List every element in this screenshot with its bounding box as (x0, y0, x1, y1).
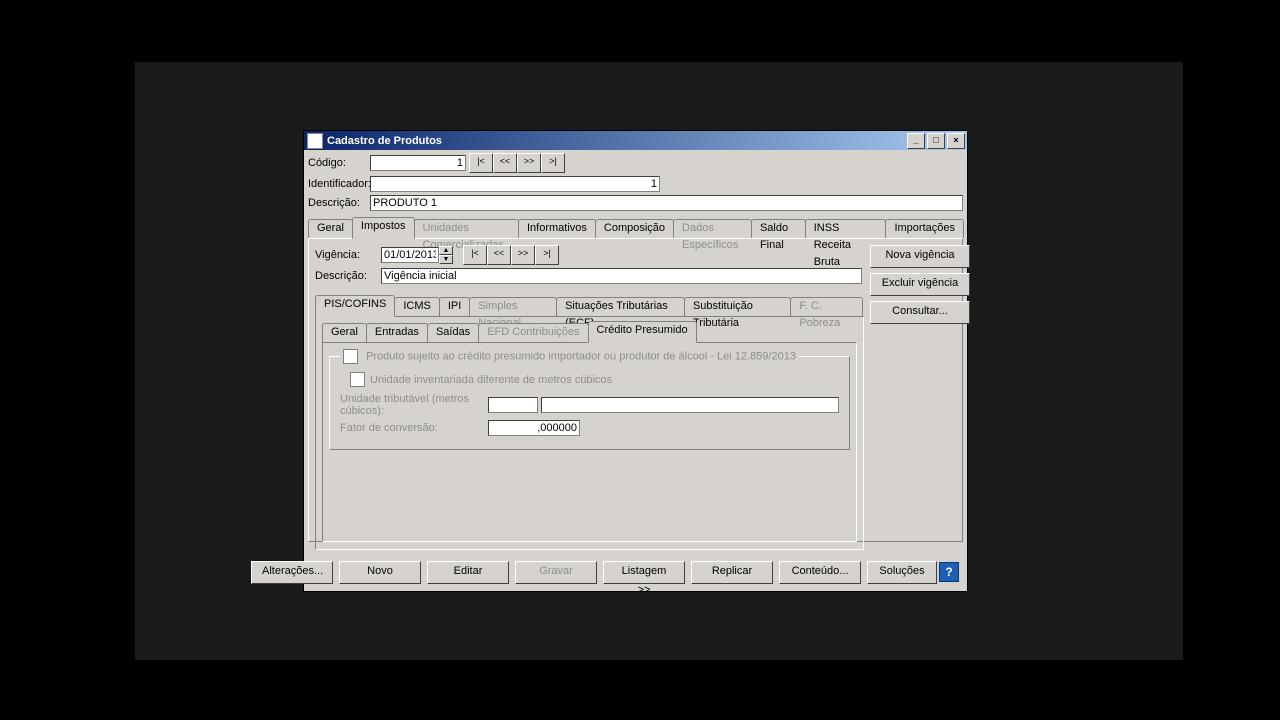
tab-sub-geral[interactable]: Geral (322, 323, 367, 342)
maximize-button[interactable]: □ (927, 133, 945, 149)
tab-composicao[interactable]: Composição (595, 219, 674, 238)
vigencia-spinner[interactable]: ▲▼ (439, 246, 453, 264)
tab-unidades: Unidades Comercializadas (414, 219, 519, 238)
tab-dados-especificos: Dados Específicos (673, 219, 752, 238)
unidade-trib-desc[interactable] (541, 397, 839, 413)
nav-prev-button[interactable]: << (493, 153, 517, 173)
tab-impostos[interactable]: Impostos (352, 217, 415, 239)
credito-presumido-panel: Produto sujeito ao crédito presumido imp… (322, 342, 857, 542)
codigo-input[interactable] (370, 155, 466, 171)
descricao-input[interactable] (370, 195, 963, 211)
unidade-trib-label: Unidade tributável (metros cúbicos): (340, 393, 488, 417)
window-title: Cadastro de Produtos (327, 135, 442, 147)
product-registration-window: Cadastro de Produtos _ □ × Código: |< <<… (303, 130, 968, 592)
window-system-icon (307, 133, 323, 149)
tab-pis-cofins[interactable]: PIS/COFINS (315, 295, 395, 317)
identificador-label: Identificador: (308, 178, 370, 190)
vig-nav-next[interactable]: >> (511, 245, 535, 265)
nav-first-button[interactable]: |< (469, 153, 493, 173)
vig-desc-input[interactable] (381, 268, 862, 284)
editar-button[interactable]: Editar (427, 561, 509, 584)
tab-saidas[interactable]: Saídas (427, 323, 479, 342)
credito-checkbox[interactable] (343, 349, 358, 364)
tab-inss[interactable]: INSS Receita Bruta (805, 219, 887, 238)
tab-icms[interactable]: ICMS (394, 297, 440, 316)
tab-fc-pobreza: F. C. Pobreza (790, 297, 863, 316)
credito-group: Produto sujeito ao crédito presumido imp… (329, 349, 850, 450)
close-button[interactable]: × (947, 133, 965, 149)
tab-informativos[interactable]: Informativos (518, 219, 596, 238)
bottom-toolbar: Alterações... Novo Editar Gravar Listage… (308, 557, 963, 587)
tab-sit-ecf[interactable]: Situações Tributárias (ECF) (556, 297, 685, 316)
impostos-panel: Vigência: ▲▼ |< << >> >| Descrição: (308, 238, 963, 542)
nav-last-button[interactable]: >| (541, 153, 565, 173)
nova-vigencia-button[interactable]: Nova vigência (870, 245, 970, 268)
vigencia-input[interactable] (381, 247, 439, 263)
fator-input[interactable] (488, 420, 580, 436)
tab-saldo-final[interactable]: Saldo Final (751, 219, 806, 238)
alteracoes-button[interactable]: Alterações... (251, 561, 333, 584)
minimize-button[interactable]: _ (907, 133, 925, 149)
tab-subst[interactable]: Substituição Tributária (684, 297, 791, 316)
titlebar[interactable]: Cadastro de Produtos _ □ × (304, 131, 967, 150)
vigencia-label: Vigência: (315, 249, 381, 261)
codigo-label: Código: (308, 157, 370, 169)
client-area: Código: |< << >> >| Identificador: Descr… (308, 153, 963, 587)
tab-credito-presumido[interactable]: Crédito Presumido (588, 321, 697, 343)
replicar-button[interactable]: Replicar (691, 561, 773, 584)
help-icon[interactable]: ? (939, 562, 959, 582)
pis-sub-tabstrip: Geral Entradas Saídas EFD Contribuições … (322, 321, 857, 342)
vig-nav-prev[interactable]: << (487, 245, 511, 265)
vig-nav-first[interactable]: |< (463, 245, 487, 265)
descricao-label: Descrição: (308, 197, 370, 209)
tab-simples: Simples Nacional (469, 297, 557, 316)
tab-geral[interactable]: Geral (308, 219, 353, 238)
tab-entradas[interactable]: Entradas (366, 323, 428, 342)
excluir-vigencia-button[interactable]: Excluir vigência (870, 273, 970, 296)
novo-button[interactable]: Novo (339, 561, 421, 584)
pis-cofins-panel: Geral Entradas Saídas EFD Contribuições … (315, 316, 864, 550)
main-tabstrip: Geral Impostos Unidades Comercializadas … (308, 217, 963, 238)
tab-ipi[interactable]: IPI (439, 297, 470, 316)
unidade-diff-label: Unidade inventariada diferente de metros… (370, 374, 612, 386)
credito-legend: Produto sujeito ao crédito presumido imp… (366, 350, 796, 362)
conteudo-button[interactable]: Conteúdo... (779, 561, 861, 584)
tab-importacoes[interactable]: Importações (885, 219, 964, 238)
vig-nav-last[interactable]: >| (535, 245, 559, 265)
consultar-button[interactable]: Consultar... (870, 301, 970, 324)
identificador-input[interactable] (370, 176, 660, 192)
solucoes-button[interactable]: Soluções (867, 561, 937, 584)
tab-efd: EFD Contribuições (478, 323, 588, 342)
unidade-trib-code[interactable] (488, 397, 538, 413)
gravar-button: Gravar (515, 561, 597, 584)
tax-tabstrip: PIS/COFINS ICMS IPI Simples Nacional Sit… (315, 295, 862, 316)
unidade-diff-checkbox[interactable] (350, 372, 365, 387)
vig-desc-label: Descrição: (315, 270, 381, 282)
fator-label: Fator de conversão: (340, 422, 488, 434)
nav-next-button[interactable]: >> (517, 153, 541, 173)
listagem-button[interactable]: Listagem >> (603, 561, 685, 584)
